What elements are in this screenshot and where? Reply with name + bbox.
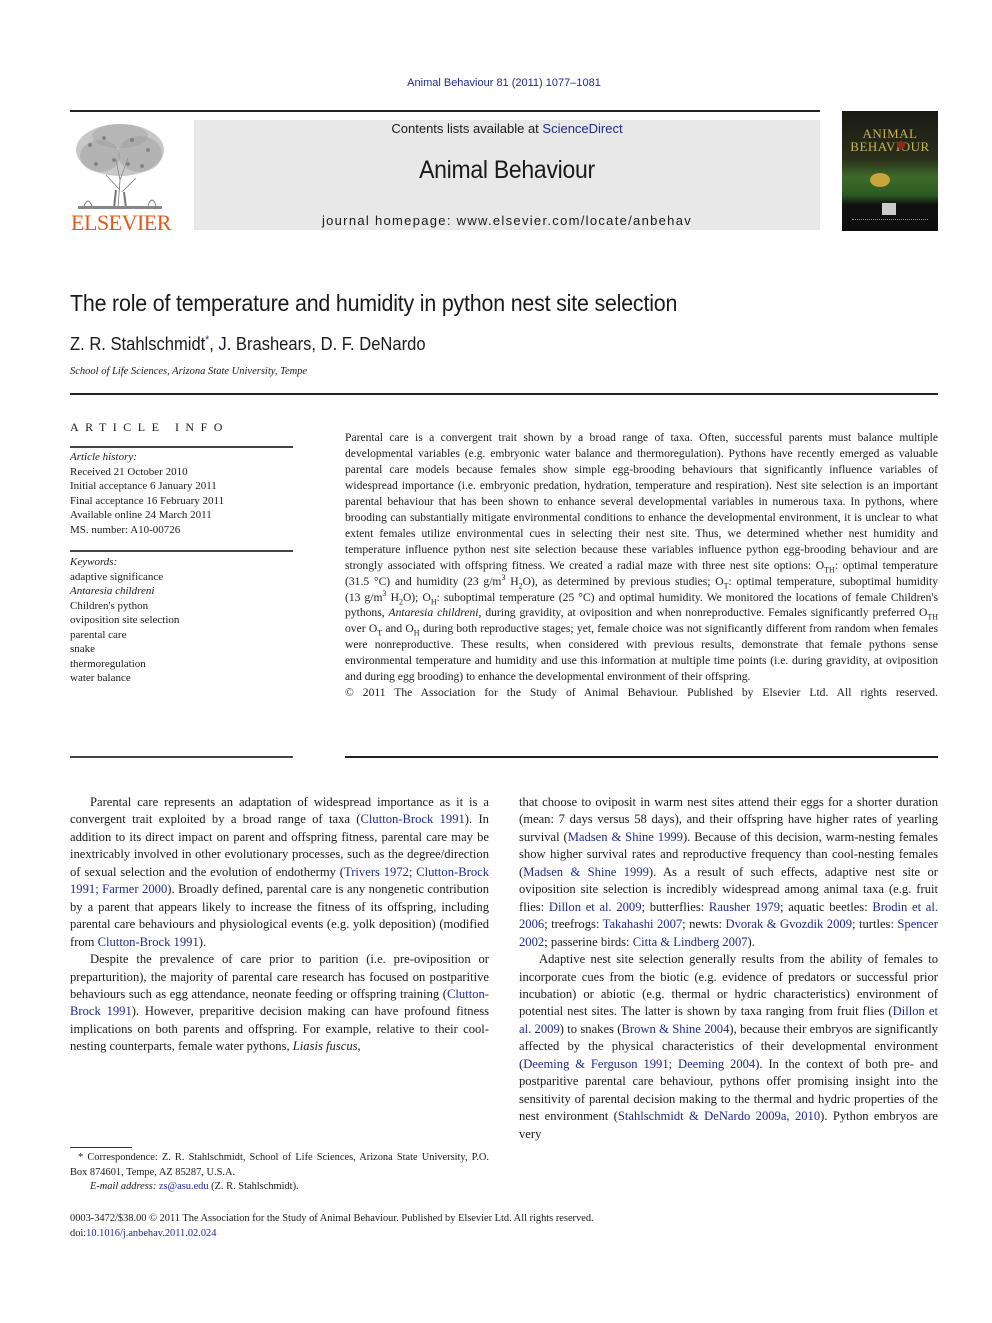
text-run: Despite the prevalence of care prior to …	[70, 952, 489, 1001]
text-run: ).	[198, 934, 207, 949]
citation-link[interactable]: Rausher 1979	[709, 900, 780, 914]
paragraph: that choose to oviposit in warm nest sit…	[519, 794, 938, 951]
journal-homepage-link[interactable]: journal homepage: www.elsevier.com/locat…	[194, 213, 820, 228]
cover-elsevier-badge-icon	[882, 203, 896, 215]
history-item: Initial acceptance 6 January 2011	[70, 480, 217, 492]
sciencedirect-link[interactable]: ScienceDirect	[542, 121, 622, 136]
abstract-copyright: © 2011 The Association for the Study of …	[345, 686, 938, 700]
issn-line: 0003-3472/$38.00 © 2011 The Association …	[70, 1213, 594, 1224]
text-run: ; treefrogs:	[544, 917, 603, 932]
history-item: Final acceptance 16 February 2011	[70, 494, 225, 507]
correspondence-footnote: * Correspondence: Z. R. Stahlschmidt, Sc…	[70, 1151, 489, 1195]
issn-block: 0003-3472/$38.00 © 2011 The Association …	[70, 1212, 594, 1241]
body-column-right: that choose to oviposit in warm nest sit…	[519, 794, 938, 1143]
keyword-item: oviposition site selection	[70, 614, 180, 626]
history-item: Received 21 October 2010	[70, 465, 188, 478]
italic-text: Liasis fuscus	[292, 1039, 358, 1054]
abstract: Parental care is a convergent trait show…	[345, 430, 938, 701]
history-item: Available online 24 March 2011	[70, 509, 212, 521]
keyword-item: Antaresia childreni	[70, 585, 155, 597]
doi-label: doi:	[70, 1227, 87, 1239]
citation-link[interactable]: Clutton-Brock 1991	[98, 935, 199, 949]
keyword-item: water balance	[70, 672, 131, 684]
keyword-item: parental care	[70, 628, 127, 641]
paragraph: Parental care represents an adaptation o…	[70, 794, 489, 951]
citation-link[interactable]: Dvorak & Gvozdik 2009	[725, 917, 852, 931]
keyword-item: adaptive significance	[70, 570, 164, 583]
email-suffix: (Z. R. Stahlschmidt).	[208, 1181, 299, 1192]
text-run: ,	[357, 1039, 361, 1054]
text-run: ). However, preparitive decision making …	[70, 1004, 489, 1054]
author-list: Z. R. Stahlschmidt*, J. Brashears, D. F.…	[70, 334, 426, 355]
cover-title-line2: BEHAVIOUR	[850, 139, 930, 154]
doi-link[interactable]: 10.1016/j.anbehav.2011.02.024	[86, 1228, 216, 1239]
article-info-rule	[70, 446, 293, 448]
cover-flower-shape	[897, 141, 905, 149]
text-run: ; passerine birds:	[544, 934, 633, 949]
article-info-heading: ARTICLE INFO	[70, 420, 229, 434]
journal-name: Animal Behaviour	[419, 156, 595, 184]
elsevier-wordmark[interactable]: ELSEVIER	[70, 210, 172, 236]
email-link[interactable]: zs@asu.edu	[159, 1181, 209, 1192]
keywords-heading: Keywords:	[70, 556, 118, 568]
author-separator: ,	[209, 334, 219, 354]
text-run: ).	[747, 934, 755, 949]
text-run: ; aquatic beetles:	[780, 899, 873, 914]
keyword-item: snake	[70, 643, 96, 655]
author-name[interactable]: D. F. DeNardo	[321, 334, 426, 354]
header-divider	[70, 393, 938, 395]
citation-link[interactable]: Brown & Shine 2004	[621, 1022, 729, 1036]
citation-link[interactable]: Deeming & Ferguson 1991; Deeming 2004	[523, 1057, 755, 1071]
citation-link[interactable]: Clutton-Brock 1991	[361, 812, 465, 826]
cover-title: ANIMAL BEHAVIOUR	[842, 127, 938, 153]
footnote-rule	[70, 1147, 132, 1148]
correspondence-text: * Correspondence: Z. R. Stahlschmidt, Sc…	[70, 1152, 489, 1178]
affiliation: School of Life Sciences, Arizona State U…	[70, 366, 308, 377]
article-history: Article history: Received 21 October 201…	[70, 450, 293, 537]
citation-link[interactable]: Dillon et al. 2009	[549, 900, 642, 914]
citation-link[interactable]: Stahlschmidt & DeNardo 2009a, 2010	[618, 1109, 820, 1123]
email-line: E-mail address: zs@asu.edu (Z. R. Stahls…	[70, 1180, 489, 1195]
cover-frog-shape	[870, 173, 890, 187]
contents-available-line: Contents lists available at ScienceDirec…	[194, 121, 820, 136]
keyword-item: Children's python	[70, 599, 149, 612]
text-run: ; butterflies:	[641, 899, 709, 914]
doi-line: doi:10.1016/j.anbehav.2011.02.024	[70, 1227, 594, 1242]
contents-prefix: Contents lists available at	[391, 121, 543, 136]
citation-link[interactable]: Takahashi 2007	[603, 917, 683, 931]
paragraph: Adaptive nest site selection generally r…	[519, 951, 938, 1143]
text-run: ; newts:	[682, 917, 726, 932]
citation-link[interactable]: Citta & Lindberg 2007	[633, 935, 748, 949]
paragraph: Despite the prevalence of care prior to …	[70, 951, 489, 1056]
text-run: Adaptive nest site selection generally r…	[519, 952, 938, 1019]
running-head[interactable]: Animal Behaviour 81 (2011) 1077–1081	[0, 77, 992, 89]
keywords-rule	[70, 550, 293, 552]
history-heading: Article history:	[70, 451, 137, 463]
cover-fine-print	[852, 219, 928, 226]
history-item: MS. number: A10-00726	[70, 523, 181, 536]
journal-cover-image[interactable]: ANIMAL BEHAVIOUR	[842, 111, 938, 231]
citation-link[interactable]: Madsen & Shine 1999	[568, 830, 683, 844]
text-run: ; turtles:	[852, 917, 898, 932]
email-label: E-mail address:	[90, 1181, 159, 1192]
keywords: Keywords: adaptive significance Antaresi…	[70, 555, 293, 686]
text-run: ) to snakes (	[559, 1021, 622, 1036]
abstract-text: Parental care is a convergent trait show…	[345, 431, 939, 684]
abstract-bottom-rule	[345, 756, 938, 758]
masthead-rule	[70, 110, 820, 112]
author-name[interactable]: J. Brashears	[218, 334, 311, 354]
keyword-item: thermoregulation	[70, 657, 146, 670]
author-name[interactable]: Z. R. Stahlschmidt	[70, 334, 205, 354]
citation-link[interactable]: Madsen & Shine 1999	[523, 865, 649, 879]
body-column-left: Parental care represents an adaptation o…	[70, 794, 489, 1056]
article-info-bottom-rule	[70, 756, 293, 758]
author-separator: ,	[311, 334, 321, 354]
article-title: The role of temperature and humidity in …	[70, 290, 678, 316]
